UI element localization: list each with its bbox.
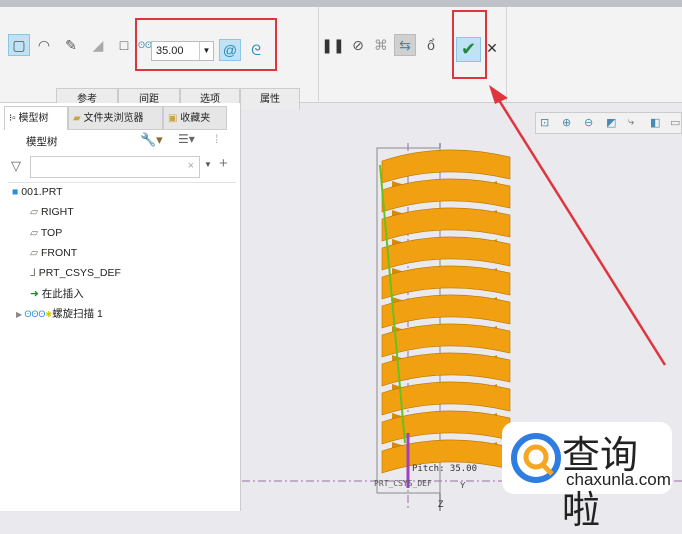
helical-sweep-icon: ʘʘʘ	[24, 309, 46, 319]
tree-item[interactable]: ▱ RIGHT	[30, 202, 74, 222]
top-menu-tabs[interactable]	[0, 0, 682, 7]
tree-label: 001.PRT	[21, 186, 63, 198]
panel-title: 模型树	[26, 136, 58, 148]
no-preview-icon[interactable]: ⊘	[347, 34, 369, 56]
tree-item[interactable]: ■ 001.PRT	[12, 182, 63, 202]
watermark-logo-icon	[511, 433, 561, 483]
spring-coil	[381, 178, 511, 213]
spring-coil	[381, 149, 511, 184]
tree-label: 在此插入	[41, 288, 84, 300]
view-toolbar: ⊡ ⊕ ⊖ ◩ ⤷ ◧ ▭	[535, 112, 682, 134]
spring-coil	[381, 410, 511, 445]
datum-plane-icon: ▱	[30, 247, 41, 259]
filter-input[interactable]: ×	[30, 156, 200, 178]
surface-icon[interactable]: ◠	[33, 34, 55, 56]
glasses-icon[interactable]: ổ	[420, 34, 442, 56]
orientation-icon[interactable]: ⤷	[628, 116, 634, 129]
insert-arrow-icon: ➜	[30, 288, 42, 300]
axis-z-label: Z	[438, 499, 444, 509]
favorites-icon: ▣	[168, 113, 181, 124]
spring-coil	[381, 323, 511, 358]
axis-y-label: Y	[460, 481, 466, 490]
part-icon: ■	[12, 186, 22, 198]
tree-item[interactable]: ▱ TOP	[30, 223, 62, 243]
saved-views-icon[interactable]: ◧	[650, 116, 660, 129]
highlight-box	[135, 18, 277, 71]
tab-label: 模型树	[18, 113, 49, 124]
filter-icon[interactable]: ▽	[11, 158, 21, 174]
ribbon: ▢ ◠ ✎ ◢ □ ʘʘ 35.00 ▼ @ ᘓ ❚❚ ⊘ ⌘ ⇆ ổ ✔ ✕ 参…	[0, 7, 682, 110]
tab-favorites[interactable]: ▣ 收藏夹	[163, 106, 227, 130]
tree-label: RIGHT	[41, 206, 74, 218]
datum-plane-icon: ▱	[30, 206, 41, 218]
divider	[506, 7, 507, 103]
tab-model-tree[interactable]: ⁝▫ 模型树	[4, 106, 68, 130]
csys-icon: ⅃	[30, 267, 39, 279]
tree-item[interactable]: ⅃ PRT_CSYS_DEF	[30, 263, 121, 283]
layout-icon[interactable]: ⁞	[215, 132, 218, 146]
repaint-icon[interactable]: ◩	[606, 116, 616, 129]
folder-icon: ▰	[73, 113, 84, 124]
tab-label: 收藏夹	[180, 113, 211, 124]
show-list-icon[interactable]: ☰▾	[178, 132, 195, 146]
add-icon[interactable]: +	[219, 155, 228, 172]
preview-icon[interactable]: ⌘	[370, 34, 392, 56]
tree-label: TOP	[40, 227, 63, 239]
remove-material-icon[interactable]: ◢	[87, 34, 109, 56]
watermark-url: chaxunla.com	[566, 470, 671, 489]
spring-coil	[381, 236, 511, 271]
tree-label: FRONT	[41, 247, 78, 259]
zoom-out-icon[interactable]: ⊖	[584, 116, 593, 129]
clear-icon[interactable]: ×	[188, 160, 194, 172]
spring-coil	[381, 207, 511, 242]
solid-icon[interactable]: ▢	[8, 34, 30, 56]
spring-coil	[381, 294, 511, 329]
spring-coil	[381, 352, 511, 387]
tab-folder-browser[interactable]: ▰ 文件夹浏览器	[68, 106, 163, 130]
tree-item[interactable]: ▶ ʘʘʘ✱螺旋扫描 1	[16, 304, 103, 324]
verify-icon[interactable]: ⇆	[394, 34, 416, 56]
csys-label: PRT_CSYS_DEF	[374, 479, 432, 488]
display-style-icon[interactable]: ▭	[670, 116, 680, 129]
sketch-icon[interactable]: ✎	[60, 34, 82, 56]
tree-item[interactable]: ➜ 在此插入	[30, 284, 84, 304]
watermark: 查询啦 chaxunla.com	[502, 422, 672, 532]
settings-tools-icon[interactable]: 🔧▾	[140, 132, 163, 148]
zoom-fit-icon[interactable]: ⊡	[540, 116, 549, 129]
tab-label: 文件夹浏览器	[83, 113, 144, 124]
spring-coil	[381, 265, 511, 300]
datum-plane-icon: ▱	[30, 227, 41, 239]
tree-icon: ⁝▫	[9, 113, 19, 124]
highlight-box	[452, 10, 487, 79]
dropdown-arrow-icon[interactable]: ▼	[204, 160, 212, 169]
divider	[318, 7, 319, 103]
tree-label: PRT_CSYS_DEF	[38, 267, 121, 279]
pitch-dimension: Pitch: 35.00	[412, 464, 477, 474]
tree-item[interactable]: ▱ FRONT	[30, 243, 77, 263]
zoom-in-icon[interactable]: ⊕	[562, 116, 571, 129]
pause-icon[interactable]: ❚❚	[321, 34, 344, 56]
thin-icon[interactable]: □	[113, 34, 135, 56]
model-tree-panel: ⁝▫ 模型树 ▰ 文件夹浏览器 ▣ 收藏夹 模型树 🔧▾ ☰▾ ⁞ ▽ × ▼ …	[0, 103, 241, 511]
tree-label: 螺旋扫描 1	[52, 308, 103, 320]
